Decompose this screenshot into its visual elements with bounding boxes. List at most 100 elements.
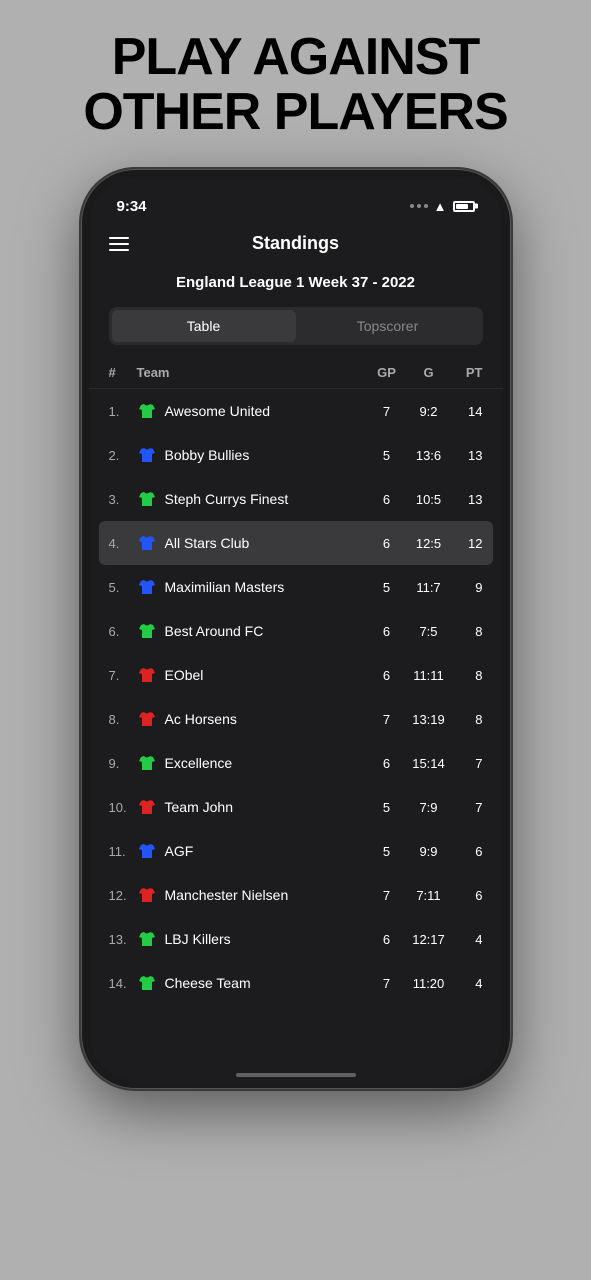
g-value: 12:5	[405, 536, 453, 551]
jersey-icon	[137, 753, 157, 773]
team-name-label: Excellence	[165, 755, 233, 771]
pt-value: 13	[453, 448, 483, 463]
g-value: 11:11	[405, 668, 453, 683]
rank-label: 7.	[109, 668, 137, 683]
pt-value: 8	[453, 668, 483, 683]
pt-value: 14	[453, 404, 483, 419]
rank-label: 14.	[109, 976, 137, 991]
pt-value: 4	[453, 932, 483, 947]
team-name-label: AGF	[165, 843, 194, 859]
g-value: 9:2	[405, 404, 453, 419]
table-header-row: # Team GP G PT	[89, 361, 503, 389]
g-value: 13:6	[405, 448, 453, 463]
table-row[interactable]: 13. LBJ Killers 6 12:17 4	[89, 917, 503, 961]
g-value: 12:17	[405, 932, 453, 947]
g-value: 11:7	[405, 580, 453, 595]
table-row[interactable]: 9. Excellence 6 15:14 7	[89, 741, 503, 785]
g-value: 10:5	[405, 492, 453, 507]
table-row[interactable]: 8. Ac Horsens 7 13:19 8	[89, 697, 503, 741]
rank-label: 2.	[109, 448, 137, 463]
team-name-label: Cheese Team	[165, 975, 251, 991]
rank-label: 10.	[109, 800, 137, 815]
team-name-label: All Stars Club	[165, 535, 250, 551]
rank-label: 1.	[109, 404, 137, 419]
table-row[interactable]: 1. Awesome United 7 9:2 14	[89, 389, 503, 433]
league-title: England League 1 Week 37 - 2022	[89, 266, 503, 307]
g-value: 7:9	[405, 800, 453, 815]
status-time: 9:34	[117, 198, 147, 215]
gp-value: 7	[369, 976, 405, 991]
app-content: Standings England League 1 Week 37 - 202…	[89, 221, 503, 1061]
wifi-icon: ▲	[434, 199, 447, 214]
gp-value: 6	[369, 492, 405, 507]
table-row[interactable]: 10. Team John 5 7:9 7	[89, 785, 503, 829]
gp-value: 7	[369, 404, 405, 419]
battery-icon	[453, 201, 475, 212]
pt-value: 9	[453, 580, 483, 595]
tab-table[interactable]: Table	[112, 310, 296, 342]
g-value: 13:19	[405, 712, 453, 727]
table-row[interactable]: 4. All Stars Club 6 12:5 12	[99, 521, 493, 565]
pt-value: 6	[453, 888, 483, 903]
table-row[interactable]: 7. EObel 6 11:11 8	[89, 653, 503, 697]
team-name-label: Ac Horsens	[165, 711, 237, 727]
nav-bar: Standings	[89, 221, 503, 266]
status-bar: 9:34 ▲	[89, 177, 503, 221]
table-scroll[interactable]: 1. Awesome United 7 9:2 14 2.	[89, 389, 503, 1061]
headline: PLAY AGAINST OTHER PLAYERS	[83, 30, 507, 139]
jersey-icon	[137, 929, 157, 949]
home-indicator	[89, 1061, 503, 1081]
jersey-icon	[137, 489, 157, 509]
pt-value: 12	[453, 536, 483, 551]
table-row[interactable]: 3. Steph Currys Finest 6 10:5 13	[89, 477, 503, 521]
g-value: 11:20	[405, 976, 453, 991]
jersey-icon	[137, 973, 157, 993]
pt-value: 8	[453, 712, 483, 727]
nav-title: Standings	[252, 233, 339, 254]
tab-topscorer[interactable]: Topscorer	[296, 310, 480, 342]
rank-label: 4.	[109, 536, 137, 551]
gp-value: 5	[369, 448, 405, 463]
table-row[interactable]: 12. Manchester Nielsen 7 7:11 6	[89, 873, 503, 917]
jersey-icon	[137, 797, 157, 817]
g-value: 9:9	[405, 844, 453, 859]
jersey-icon	[137, 577, 157, 597]
rank-label: 13.	[109, 932, 137, 947]
tab-bar: Table Topscorer	[109, 307, 483, 345]
jersey-icon	[137, 445, 157, 465]
table-row[interactable]: 14. Cheese Team 7 11:20 4	[89, 961, 503, 1005]
gp-value: 5	[369, 800, 405, 815]
team-name-label: EObel	[165, 667, 204, 683]
jersey-icon	[137, 709, 157, 729]
jersey-icon	[137, 841, 157, 861]
team-name-label: Awesome United	[165, 403, 271, 419]
pt-value: 13	[453, 492, 483, 507]
table-row[interactable]: 11. AGF 5 9:9 6	[89, 829, 503, 873]
rank-label: 6.	[109, 624, 137, 639]
pt-value: 4	[453, 976, 483, 991]
pt-value: 6	[453, 844, 483, 859]
jersey-icon	[137, 621, 157, 641]
pt-value: 7	[453, 756, 483, 771]
gp-value: 6	[369, 624, 405, 639]
phone-shell: 9:34 ▲ S	[81, 169, 511, 1089]
jersey-icon	[137, 533, 157, 553]
pt-value: 7	[453, 800, 483, 815]
table-row[interactable]: 5. Maximilian Masters 5 11:7 9	[89, 565, 503, 609]
team-name-label: Manchester Nielsen	[165, 887, 289, 903]
phone-screen: 9:34 ▲ S	[89, 177, 503, 1081]
team-name-label: Best Around FC	[165, 623, 264, 639]
g-value: 7:11	[405, 888, 453, 903]
team-name-label: Team John	[165, 799, 233, 815]
rank-label: 9.	[109, 756, 137, 771]
rank-label: 8.	[109, 712, 137, 727]
team-name-label: LBJ Killers	[165, 931, 231, 947]
hamburger-menu-button[interactable]	[109, 237, 129, 251]
gp-value: 7	[369, 712, 405, 727]
gp-value: 6	[369, 536, 405, 551]
table-row[interactable]: 2. Bobby Bullies 5 13:6 13	[89, 433, 503, 477]
table-row[interactable]: 6. Best Around FC 6 7:5 8	[89, 609, 503, 653]
gp-value: 5	[369, 844, 405, 859]
gp-value: 6	[369, 756, 405, 771]
rank-label: 12.	[109, 888, 137, 903]
